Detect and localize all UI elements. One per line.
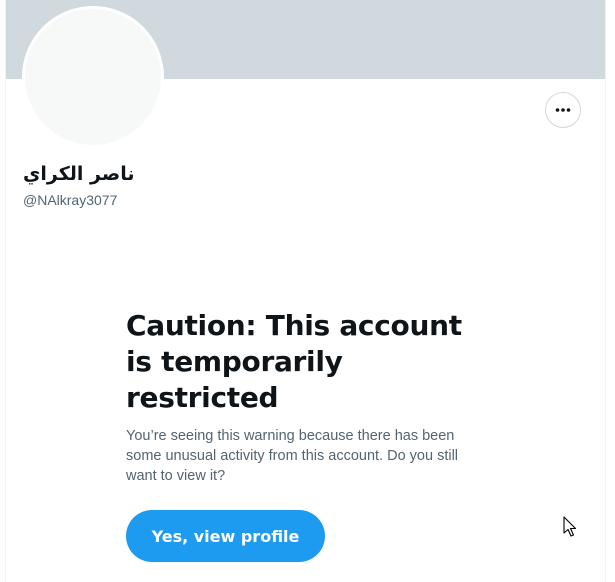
avatar[interactable] — [22, 6, 164, 148]
column-border-right — [605, 0, 606, 582]
column-border-left — [5, 0, 6, 582]
warning-body: You’re seeing this warning because there… — [126, 428, 459, 484]
more-horizontal-icon — [555, 108, 571, 112]
profile-display-name: ناصر الكراي — [23, 163, 135, 185]
view-profile-button[interactable]: Yes, view profile — [126, 510, 325, 562]
mouse-pointer-icon — [563, 516, 577, 537]
profile-handle: @NAlkray3077 — [23, 192, 118, 208]
more-options-button[interactable] — [545, 92, 581, 128]
profile-page: ناصر الكراي @NAlkray3077 Caution: This a… — [0, 0, 615, 582]
restriction-warning: Caution: This account is temporarily res… — [126, 308, 496, 486]
warning-title: Caution: This account is temporarily res… — [126, 309, 462, 414]
